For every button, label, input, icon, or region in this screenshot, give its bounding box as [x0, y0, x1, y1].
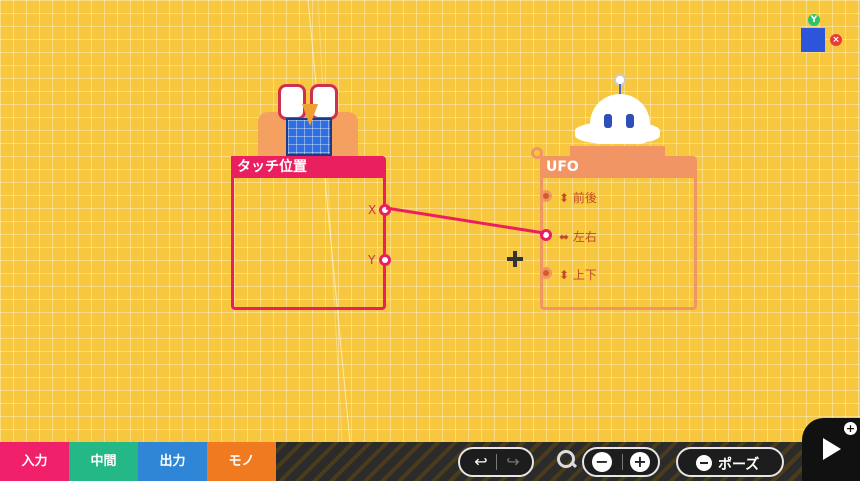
play-icon	[823, 438, 841, 460]
minus-icon	[696, 455, 712, 471]
touch-node-icon	[258, 82, 358, 157]
zoom-icon	[557, 450, 578, 470]
category-tab-middle[interactable]: 中間	[69, 442, 138, 481]
background-guides	[307, 0, 351, 443]
crosshair-icon	[507, 251, 523, 267]
port-y-label: Y	[368, 253, 376, 267]
port-x-label: X	[368, 203, 377, 217]
port-y-output[interactable]	[379, 254, 391, 266]
pause-label: ポーズ	[718, 457, 760, 473]
touch-node-title: タッチ位置	[231, 156, 383, 178]
undo-icon[interactable]: ↩	[468, 452, 494, 472]
ufo-node[interactable]: UFO ⬍ 前後 ⬌ 左右 ⬍ 上下	[531, 147, 697, 310]
pause-button[interactable]: ポーズ	[676, 447, 784, 477]
port-forward-label: ⬍ 前後	[559, 191, 597, 205]
port-forward-input[interactable]	[540, 190, 552, 202]
plus-badge-icon: +	[844, 422, 857, 435]
redo-icon[interactable]: ↪	[500, 452, 526, 472]
ufo-node-title: UFO	[540, 156, 694, 178]
port-leftright-label: ⬌ 左右	[559, 230, 597, 244]
zoom-controls: − +	[582, 447, 660, 477]
zoom-out-button[interactable]: −	[592, 452, 612, 472]
zoom-in-button[interactable]: +	[630, 452, 650, 472]
port-x-output[interactable]	[379, 204, 391, 216]
ufo-top-input[interactable]	[531, 147, 543, 159]
undo-redo-group: ↩ ↪	[458, 447, 534, 477]
category-tab-object[interactable]: モノ	[207, 442, 276, 481]
touch-position-node[interactable]: タッチ位置 X Y	[231, 156, 391, 310]
port-updown-label: ⬍ 上下	[559, 268, 597, 282]
port-leftright-input[interactable]	[540, 229, 552, 241]
category-tab-output[interactable]: 出力	[138, 442, 207, 481]
category-tab-input[interactable]: 入力	[0, 442, 69, 481]
port-updown-input[interactable]	[540, 267, 552, 279]
play-button[interactable]: +	[802, 418, 860, 481]
ufo-node-icon	[570, 74, 665, 156]
